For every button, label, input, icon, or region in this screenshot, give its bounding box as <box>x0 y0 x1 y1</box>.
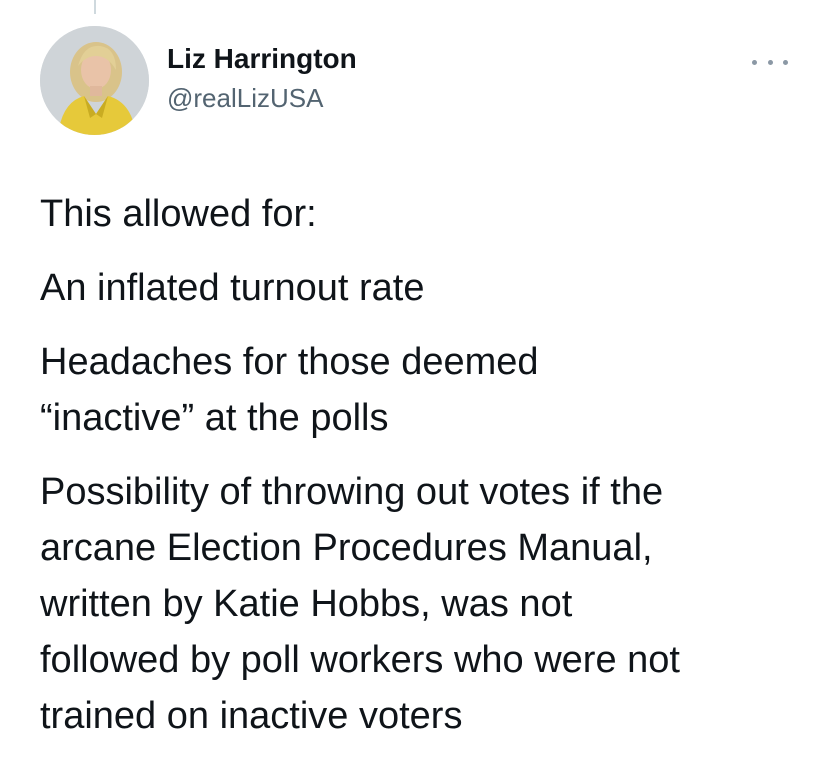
tweet-text: This allowed for: An inflated turnout ra… <box>40 186 800 762</box>
more-options-icon-dot <box>783 59 788 65</box>
more-options-icon-dot <box>767 59 773 65</box>
tweet-author: Liz Harrington @realLizUSA <box>167 42 357 114</box>
more-options-icon <box>752 59 757 65</box>
profile-photo-icon <box>40 26 149 135</box>
user-handle[interactable]: @realLizUSA <box>167 82 357 114</box>
display-name[interactable]: Liz Harrington <box>167 42 357 76</box>
tweet-paragraph: This allowed for: <box>40 193 317 235</box>
thread-connector-line <box>94 0 96 14</box>
tweet-paragraph: Headaches for those deemed “inactive” at… <box>40 341 539 439</box>
more-options-button[interactable] <box>752 50 788 74</box>
avatar[interactable] <box>40 26 149 135</box>
tweet-paragraph: An inflated turnout rate <box>40 267 425 309</box>
tweet-paragraph: Possibility of throwing out votes if the… <box>40 471 680 737</box>
